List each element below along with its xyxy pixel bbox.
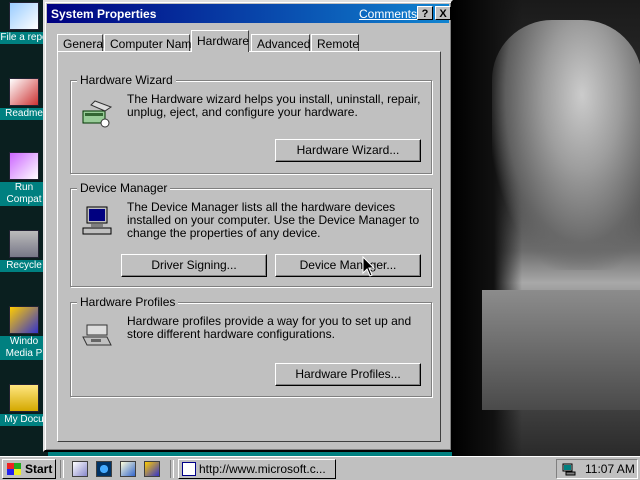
tab-hardware[interactable]: Hardware bbox=[191, 30, 249, 52]
hardware-wizard-button[interactable]: Hardware Wizard... bbox=[275, 139, 421, 162]
help-button[interactable]: ? bbox=[417, 6, 433, 20]
network-icon[interactable] bbox=[561, 461, 577, 477]
title-bar[interactable]: System Properties Comments? ? X bbox=[47, 4, 451, 23]
system-tray: 11:07 AM bbox=[556, 459, 638, 479]
computer-icon bbox=[82, 206, 112, 235]
desktop-icon-media-player[interactable]: Windo Media P bbox=[0, 306, 48, 360]
tab-general[interactable]: General bbox=[57, 34, 106, 52]
internet-explorer-icon[interactable] bbox=[96, 461, 112, 477]
driver-signing-button[interactable]: Driver Signing... bbox=[121, 254, 267, 277]
desktop-icon-recycle[interactable]: Recycle bbox=[0, 230, 48, 272]
device-manager-group: Device Manager The Device Manager lists … bbox=[70, 181, 432, 287]
comments-link[interactable]: Comments? bbox=[359, 7, 424, 21]
taskbar-separator bbox=[170, 460, 174, 478]
taskbar: Start http://www.microsoft.c... 11:07 AM bbox=[0, 456, 640, 480]
internet-explorer-icon bbox=[182, 462, 196, 476]
dialog-title: System Properties bbox=[51, 7, 157, 21]
hardware-profiles-button[interactable]: Hardware Profiles... bbox=[275, 363, 421, 386]
document-icon bbox=[9, 2, 39, 30]
hardware-profiles-group: Hardware Profiles Hardware profiles prov… bbox=[70, 295, 432, 397]
hardware-tab-panel: Hardware Wizard The Hardware wizard help… bbox=[57, 51, 441, 442]
device-manager-legend: Device Manager bbox=[77, 181, 171, 195]
tab-remote[interactable]: Remote bbox=[311, 34, 359, 52]
desktop-icon-file-report[interactable]: File a repo bbox=[0, 2, 48, 44]
windows-logo-icon bbox=[7, 463, 21, 475]
desktop-icon-readme[interactable]: Readme bbox=[0, 78, 48, 120]
system-properties-dialog: System Properties Comments? ? X General … bbox=[43, 0, 453, 452]
compat-icon bbox=[9, 152, 39, 180]
hardware-wizard-group: Hardware Wizard The Hardware wizard help… bbox=[70, 73, 432, 174]
tab-advanced[interactable]: Advanced bbox=[251, 34, 310, 52]
readme-icon bbox=[9, 78, 39, 106]
device-manager-description: The Device Manager lists all the hardwar… bbox=[127, 200, 420, 240]
start-label: Start bbox=[25, 462, 53, 476]
hardware-wizard-description: The Hardware wizard helps you install, u… bbox=[127, 92, 421, 119]
hardware-profiles-description: Hardware profiles provide a way for you … bbox=[127, 314, 412, 341]
desktop-icon-run-compat[interactable]: Run Compat bbox=[0, 152, 48, 206]
start-button[interactable]: Start bbox=[2, 459, 56, 479]
recycle-bin-icon bbox=[9, 230, 39, 258]
close-button[interactable]: X bbox=[435, 6, 451, 20]
desktop-icon-my-documents[interactable]: My Docu bbox=[0, 384, 48, 426]
clock[interactable]: 11:07 AM bbox=[585, 460, 635, 478]
tab-computer-name[interactable]: Computer Name bbox=[104, 34, 198, 52]
hardware-wizard-icon bbox=[82, 100, 113, 128]
hardware-wizard-legend: Hardware Wizard bbox=[77, 73, 176, 87]
media-player-icon bbox=[9, 306, 39, 334]
outlook-express-icon[interactable] bbox=[120, 461, 136, 477]
wallpaper-photo bbox=[452, 0, 640, 456]
folder-icon bbox=[9, 384, 39, 412]
taskbar-separator bbox=[60, 460, 64, 478]
show-desktop-icon[interactable] bbox=[72, 461, 88, 477]
device-manager-button[interactable]: Device Manager... bbox=[275, 254, 421, 277]
media-player-icon[interactable] bbox=[144, 461, 160, 477]
hardware-profiles-legend: Hardware Profiles bbox=[77, 295, 179, 309]
mouse-cursor-icon bbox=[362, 256, 376, 277]
taskbar-button-browser[interactable]: http://www.microsoft.c... bbox=[178, 459, 336, 479]
taskbar-button-label: http://www.microsoft.c... bbox=[199, 462, 326, 476]
hardware-profiles-icon bbox=[82, 324, 112, 346]
